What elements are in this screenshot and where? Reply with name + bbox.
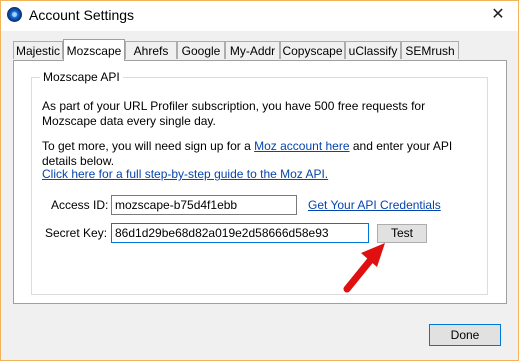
window-title: Account Settings xyxy=(29,7,135,23)
red-arrow-icon xyxy=(343,243,385,293)
moz-account-link[interactable]: Moz account here xyxy=(254,139,349,153)
secret-key-field[interactable]: 86d1d29be68d82a019e2d58666d58e93 xyxy=(111,223,369,243)
tab-panel-mozscape: Mozscape API As part of your URL Profile… xyxy=(13,60,507,304)
tab-my-addr[interactable]: My-Addr xyxy=(225,41,280,59)
done-button[interactable]: Done xyxy=(429,324,501,346)
group-title: Mozscape API xyxy=(40,70,123,84)
tab-copyscape[interactable]: Copyscape xyxy=(280,41,345,59)
tab-majestic[interactable]: Majestic xyxy=(13,41,63,59)
tab-ahrefs[interactable]: Ahrefs xyxy=(125,41,177,59)
api-guide-link[interactable]: Click here for a full step-by-step guide… xyxy=(42,167,328,181)
access-id-label: Access ID: xyxy=(51,198,109,212)
get-api-credentials-link[interactable]: Get Your API Credentials xyxy=(308,198,441,212)
access-id-field[interactable]: mozscape-b75d4f1ebb xyxy=(111,195,297,215)
signup-text: To get more, you will need sign up for a… xyxy=(42,139,482,169)
signup-prefix: To get more, you will need sign up for a xyxy=(42,139,255,153)
credentials-link-wrap: Get Your API Credentials xyxy=(308,198,441,212)
title-bar: Account Settings ✕ xyxy=(1,1,518,31)
account-settings-window: Account Settings ✕ Majestic Mozscape Ahr… xyxy=(0,0,519,361)
guide-text: Click here for a full step-by-step guide… xyxy=(42,167,482,182)
app-globe-icon xyxy=(7,7,22,22)
close-icon[interactable]: ✕ xyxy=(486,3,510,27)
tab-google[interactable]: Google xyxy=(177,41,225,59)
secret-key-label: Secret Key: xyxy=(45,226,108,240)
mozscape-api-group: Mozscape API As part of your URL Profile… xyxy=(31,70,488,295)
tab-uclassify[interactable]: uClassify xyxy=(345,41,401,59)
tab-mozscape[interactable]: Mozscape xyxy=(63,39,125,61)
tab-semrush[interactable]: SEMrush xyxy=(401,41,459,59)
intro-text: As part of your URL Profiler subscriptio… xyxy=(42,99,426,128)
